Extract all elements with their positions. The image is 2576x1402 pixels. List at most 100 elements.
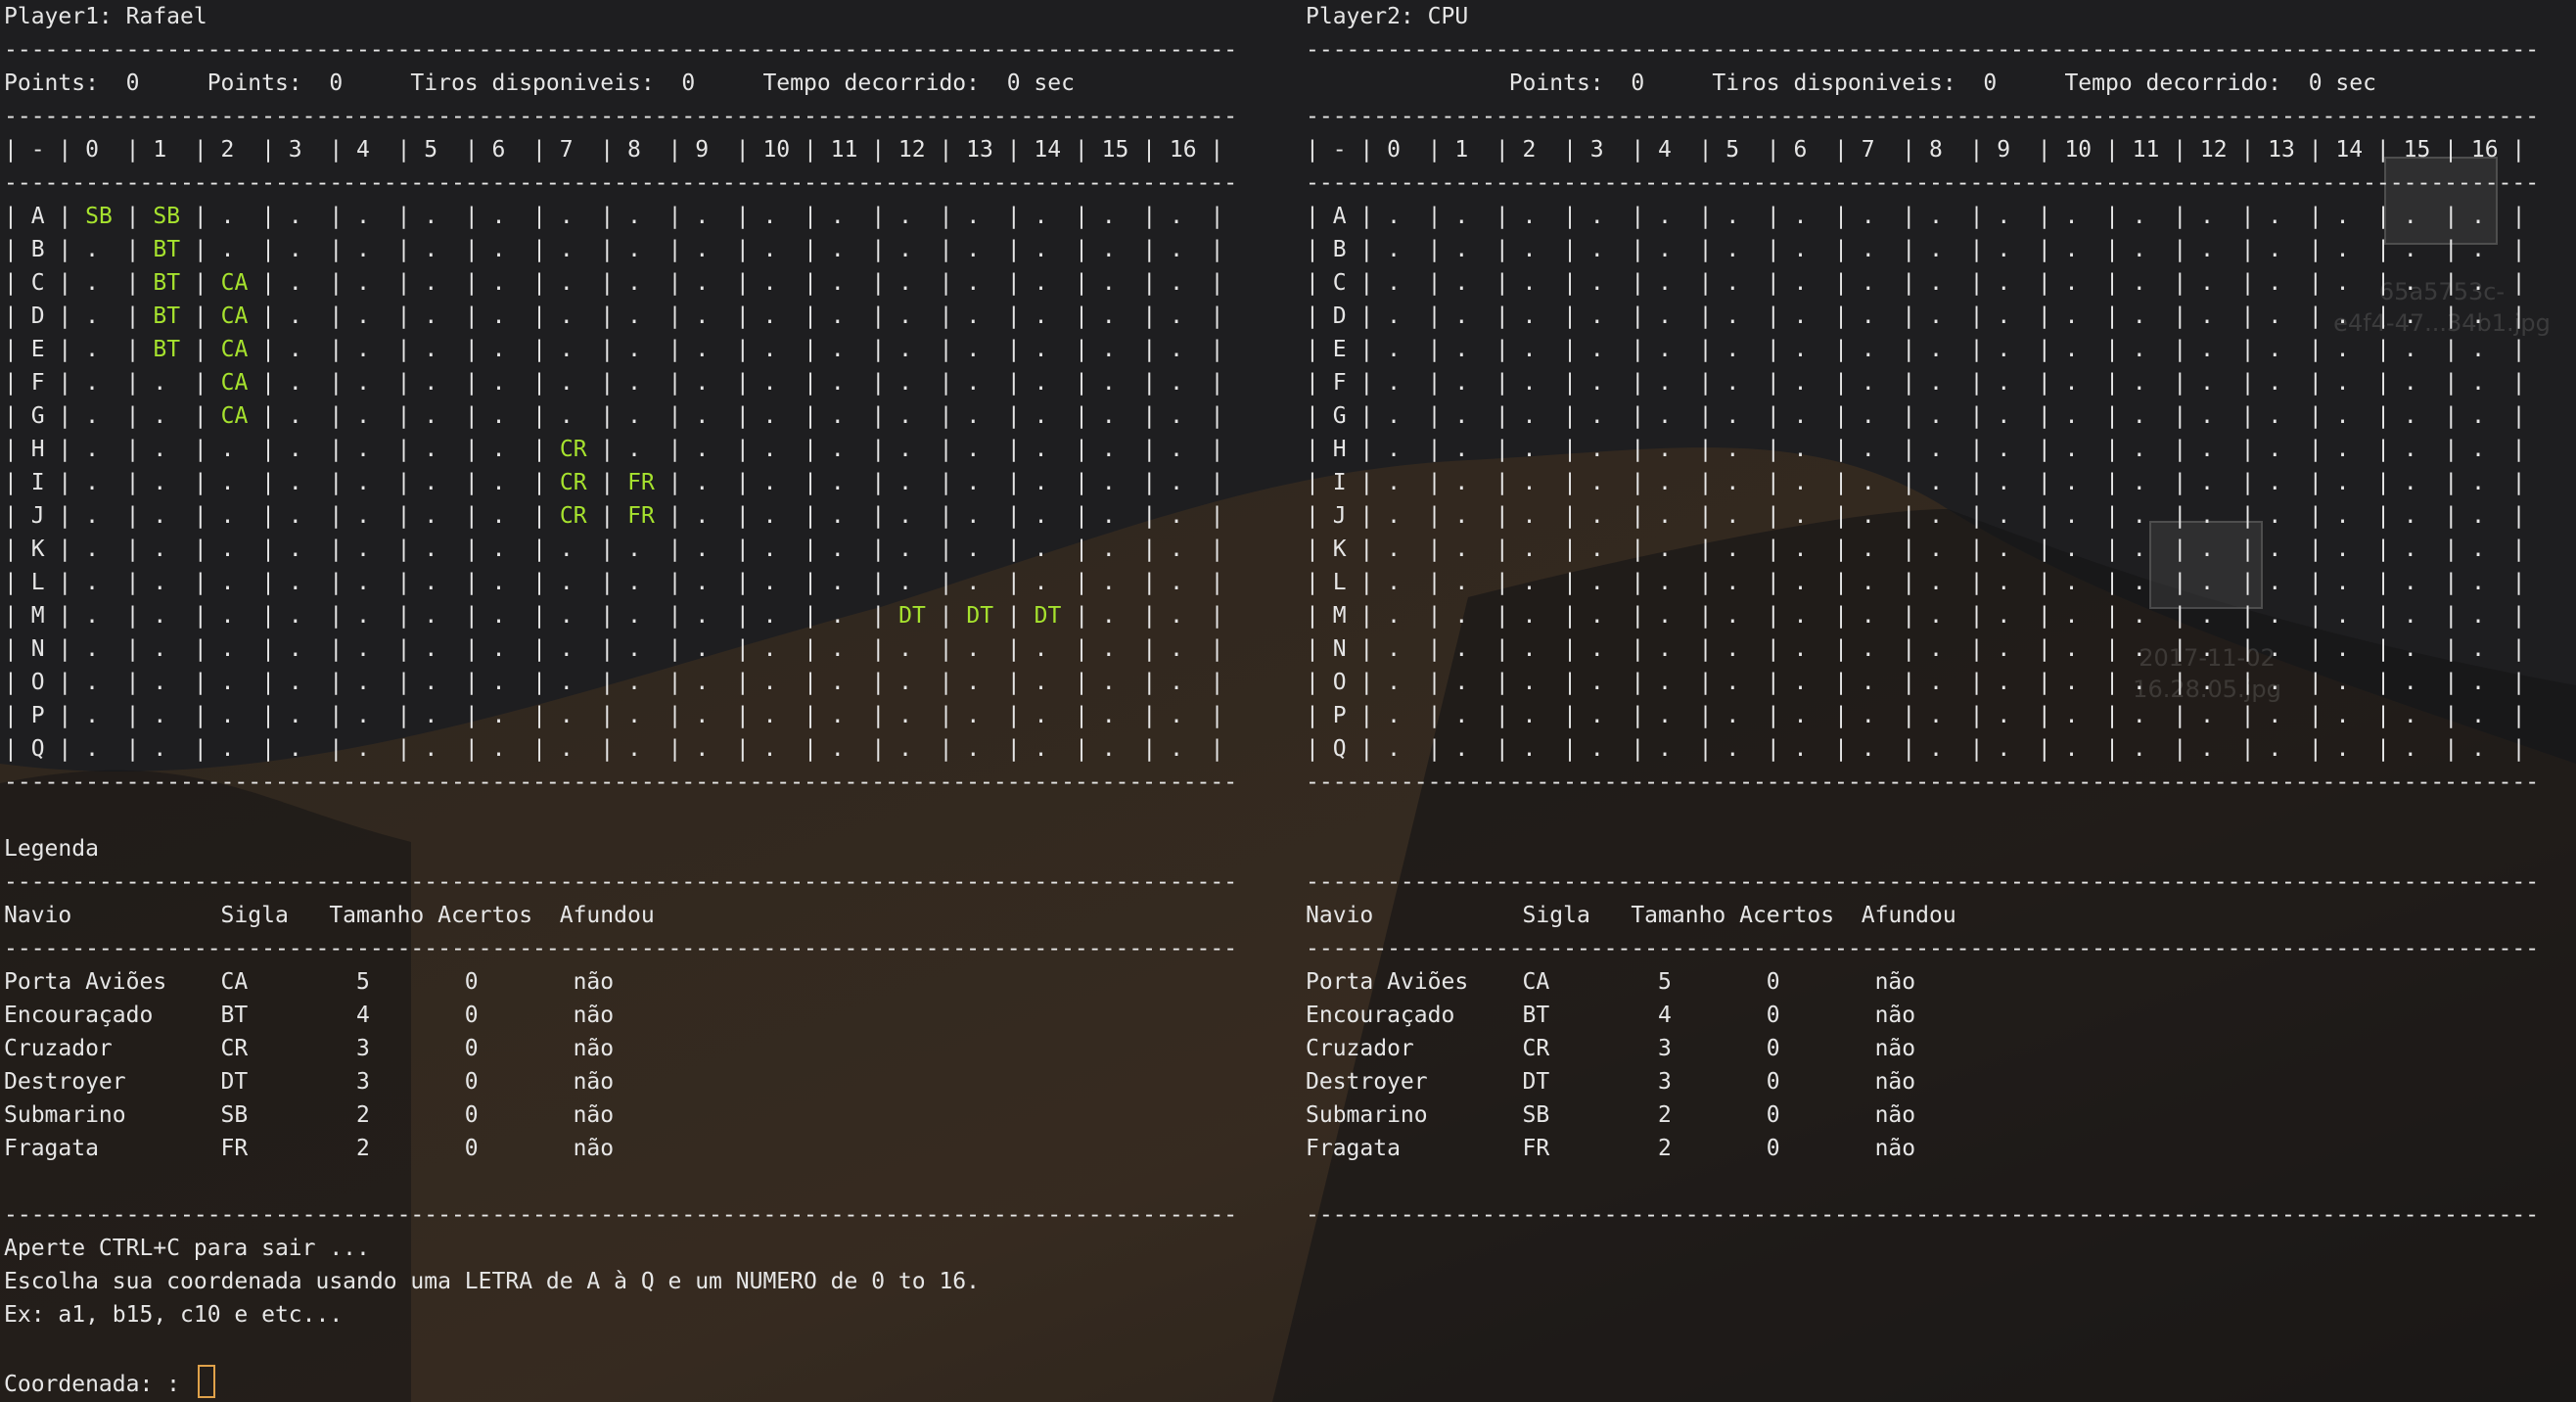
empty-cell: . | [1779,603,1848,629]
legend-title: Legenda [4,836,99,862]
empty-cell: . | [1020,370,1089,396]
empty-cell: . | [1983,437,2051,462]
empty-cell: . | [749,337,818,362]
empty-cell: . | [2050,703,2119,728]
empty-cell: . | [1088,270,1157,296]
empty-cell: . | [2458,304,2526,329]
empty-cell: . | [2050,403,2119,429]
row-label: | K | [1306,537,1374,562]
empty-cell: . | [2254,270,2323,296]
empty-cell: . | [817,370,886,396]
empty-cell: . | [1848,270,1916,296]
empty-cell: . | [343,736,411,762]
empty-cell: . | [1644,304,1713,329]
empty-cell: . | [1915,204,1984,229]
empty-cell: . | [2119,736,2187,762]
empty-cell: . | [410,270,479,296]
empty-cell: . | [2050,370,2119,396]
empty-cell: . | [885,537,953,562]
empty-cell: . | [1915,503,1984,529]
empty-cell: . | [2186,337,2255,362]
empty-cell: . | [343,570,411,595]
empty-cell: . | [681,437,750,462]
empty-cell: . | [343,237,411,262]
empty-cell: . | [2458,204,2526,229]
empty-cell: . | [1779,470,1848,495]
empty-cell: . | [2254,503,2323,529]
empty-cell: . | [1779,270,1848,296]
empty-cell: . | [2186,370,2255,396]
empty-cell: . | [1712,237,1780,262]
empty-cell: . | [1156,270,1224,296]
row-label: | M | [1306,603,1374,629]
legend-table-row: Cruzador CR 3 0 não [4,1036,615,1061]
row-label: | C | [4,270,72,296]
empty-cell: . | [546,304,615,329]
empty-cell: . | [139,403,207,429]
empty-cell: . | [681,237,750,262]
text-cursor[interactable] [197,1365,215,1398]
empty-cell: . | [2322,537,2390,562]
ship-cell: CA | [220,337,276,362]
empty-cell: . | [2119,437,2187,462]
empty-cell: . | [952,703,1021,728]
empty-cell: . | [885,636,953,662]
separator: ----------------------------------------… [1306,869,2540,895]
empty-cell: . | [1577,237,1645,262]
empty-cell: . | [1848,537,1916,562]
empty-cell: . | [139,370,207,396]
empty-cell: . | [2458,237,2526,262]
empty-cell: . | [1088,670,1157,695]
empty-cell: . | [275,304,344,329]
empty-cell: . | [2458,636,2526,662]
ship-cell: BT | [153,304,207,329]
empty-cell: . | [71,437,140,462]
empty-cell: . | [2254,736,2323,762]
empty-cell: . | [2458,603,2526,629]
empty-cell: . | [1779,570,1848,595]
empty-cell: . | [275,270,344,296]
empty-cell: . | [885,736,953,762]
empty-cell: . | [885,304,953,329]
board-row-right: | N | . | . | . | . | . | . | . | . | . … [1306,632,2526,666]
empty-cell: . | [275,370,344,396]
empty-cell: . | [1088,204,1157,229]
empty-cell: . | [1779,537,1848,562]
board-row-left: | I | . | . | . | . | . | . | . | CR | F… [4,466,1224,499]
empty-cell: . | [71,237,140,262]
row-label: | I | [1306,470,1374,495]
empty-cell: . | [817,537,886,562]
empty-cell: . | [2390,237,2459,262]
empty-cell: . | [207,703,275,728]
empty-cell: . | [614,337,682,362]
empty-cell: . | [478,270,547,296]
empty-cell: . | [614,736,682,762]
empty-cell: . | [681,503,750,529]
empty-cell: . | [343,636,411,662]
board-row-right: | A | . | . | . | . | . | . | . | . | . … [1306,200,2526,233]
empty-cell: . | [1779,437,1848,462]
empty-cell: . | [1983,470,2051,495]
empty-cell: . | [1644,237,1713,262]
empty-cell: . | [1644,403,1713,429]
empty-cell: . | [2390,503,2459,529]
empty-cell: . | [1915,703,1984,728]
empty-cell: . | [1915,337,1984,362]
empty-cell: . | [749,636,817,662]
ship-cell: CA | [220,304,276,329]
empty-cell: . | [1088,403,1157,429]
empty-cell: . | [817,703,886,728]
empty-cell: . | [2186,703,2255,728]
empty-cell: . | [1848,703,1916,728]
empty-cell: . | [343,370,411,396]
empty-cell: . | [1020,403,1089,429]
empty-cell: . | [1441,204,1509,229]
separator: ----------------------------------------… [1306,170,2540,196]
empty-cell: . | [478,204,547,229]
ship-cell: CR | [559,437,615,462]
empty-cell: . | [952,470,1021,495]
stats-line: Points: 0 Points: 0 Tiros disponiveis: 0… [4,70,1075,96]
empty-cell: . | [1712,304,1780,329]
empty-cell: . | [2186,403,2255,429]
row-label: | N | [4,636,72,662]
